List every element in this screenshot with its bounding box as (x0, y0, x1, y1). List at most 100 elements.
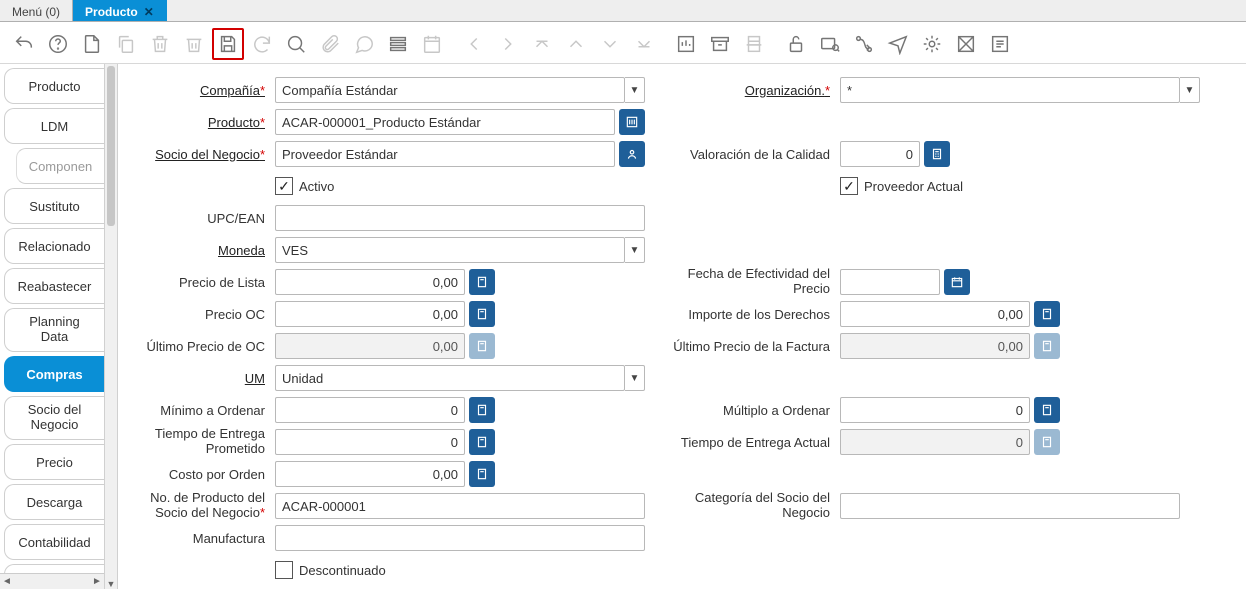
toggle-grid-button[interactable] (382, 28, 414, 60)
organizacion-select[interactable]: * (840, 77, 1180, 103)
process-button[interactable] (916, 28, 948, 60)
lock-button[interactable] (780, 28, 812, 60)
compania-select[interactable]: Compañía Estándar (275, 77, 625, 103)
ultimo-precio-oc-input (275, 333, 465, 359)
sidebar-tab-producto[interactable]: Producto (4, 68, 104, 104)
sidebar-tab-reabastecer[interactable]: Reabastecer (4, 268, 104, 304)
tab-producto[interactable]: Producto ✕ (73, 0, 167, 21)
undo-button[interactable] (8, 28, 40, 60)
label-socio-negocio[interactable]: Socio del Negocio* (130, 147, 275, 162)
sidebar-tab-ldm[interactable]: LDM (4, 108, 104, 144)
form-scrollbar[interactable]: ▲ ▼ (104, 64, 118, 589)
calc-button[interactable] (469, 301, 495, 327)
find-button[interactable] (280, 28, 312, 60)
valoracion-calidad-input[interactable] (840, 141, 920, 167)
close-icon[interactable]: ✕ (144, 5, 154, 19)
calc-button[interactable] (469, 397, 495, 423)
report-button[interactable] (670, 28, 702, 60)
scroll-left-icon[interactable]: ◄ (0, 576, 14, 587)
side-tab-scrollbar[interactable]: ◄ ► (0, 573, 104, 589)
chevron-down-icon[interactable]: ▼ (625, 237, 645, 263)
help-button[interactable] (42, 28, 74, 60)
archive-button[interactable] (704, 28, 736, 60)
calc-button[interactable] (469, 461, 495, 487)
label-precio-lista: Precio de Lista (130, 275, 275, 290)
socio-lookup-button[interactable] (619, 141, 645, 167)
tab-menu[interactable]: Menú (0) (0, 0, 73, 21)
precio-lista-input[interactable] (275, 269, 465, 295)
socio-negocio-input[interactable] (275, 141, 615, 167)
label-moneda[interactable]: Moneda (130, 243, 275, 258)
ultimo-precio-factura-input (840, 333, 1030, 359)
sidebar-tab-relacionado[interactable]: Relacionado (4, 228, 104, 264)
sidebar-tab-contab[interactable]: Contabilidad (4, 524, 104, 560)
scrollbar-thumb[interactable] (107, 66, 115, 226)
side-tab-bar: ProductoLDMComponenSustitutoRelacionadoR… (0, 64, 104, 589)
exit-button[interactable] (984, 28, 1016, 60)
label-minimo-ordenar: Mínimo a Ordenar (130, 403, 275, 418)
label-organizacion[interactable]: Organización.* (670, 83, 840, 98)
no-producto-socio-input[interactable] (275, 493, 645, 519)
zoom-across-button[interactable] (814, 28, 846, 60)
main-toolbar (0, 22, 1246, 64)
manufactura-input[interactable] (275, 525, 645, 551)
request-button[interactable] (882, 28, 914, 60)
label-compania[interactable]: Compañía* (130, 83, 275, 98)
delete-button (144, 28, 176, 60)
delete-selection-button (178, 28, 210, 60)
label-um[interactable]: UM (130, 371, 275, 386)
refresh-button (246, 28, 278, 60)
descontinuado-checkbox[interactable] (275, 561, 293, 579)
proveedor-actual-checkbox[interactable] (840, 177, 858, 195)
label-no-producto-socio: No. de Producto del Socio del Negocio* (130, 491, 275, 521)
label-ultimo-precio-factura: Último Precio de la Factura (670, 339, 840, 354)
importe-derechos-input[interactable] (840, 301, 1030, 327)
calc-button[interactable] (469, 429, 495, 455)
nav-next-button (594, 28, 626, 60)
fecha-efectividad-input[interactable] (840, 269, 940, 295)
categoria-socio-input[interactable] (840, 493, 1180, 519)
calc-button[interactable] (1034, 397, 1060, 423)
chat-button (348, 28, 380, 60)
calc-button[interactable] (469, 269, 495, 295)
producto-input[interactable] (275, 109, 615, 135)
calc-button-disabled (1034, 333, 1060, 359)
upc-ean-input[interactable] (275, 205, 645, 231)
descontinuado-label: Descontinuado (299, 563, 386, 578)
product-info-button[interactable] (950, 28, 982, 60)
label-multiplo-ordenar: Múltiplo a Ordenar (670, 403, 840, 418)
calc-button[interactable] (924, 141, 950, 167)
label-importe-derechos: Importe de los Derechos (670, 307, 840, 322)
sidebar-tab-sustituto[interactable]: Sustituto (4, 188, 104, 224)
minimo-ordenar-input[interactable] (275, 397, 465, 423)
sidebar-tab-socio[interactable]: Socio delNegocio (4, 396, 104, 440)
sidebar-tab-planning[interactable]: PlanningData (4, 308, 104, 352)
label-producto[interactable]: Producto* (130, 115, 275, 130)
sidebar-tab-precio[interactable]: Precio (4, 444, 104, 480)
producto-lookup-button[interactable] (619, 109, 645, 135)
tiempo-entrega-actual-input (840, 429, 1030, 455)
new-button[interactable] (76, 28, 108, 60)
scroll-right-icon[interactable]: ► (90, 576, 104, 587)
calc-button[interactable] (1034, 301, 1060, 327)
label-fecha-efectividad: Fecha de Efectividad del Precio (670, 267, 840, 297)
moneda-select[interactable]: VES (275, 237, 625, 263)
save-button[interactable] (212, 28, 244, 60)
um-select[interactable]: Unidad (275, 365, 625, 391)
label-precio-oc: Precio OC (130, 307, 275, 322)
multiplo-ordenar-input[interactable] (840, 397, 1030, 423)
workflow-button[interactable] (848, 28, 880, 60)
sidebar-tab-descarga[interactable]: Descarga (4, 484, 104, 520)
chevron-down-icon[interactable]: ▼ (1180, 77, 1200, 103)
label-tiempo-entrega-prom: Tiempo de Entrega Prometido (130, 427, 275, 457)
tiempo-entrega-prom-input[interactable] (275, 429, 465, 455)
scroll-down-icon[interactable]: ▼ (105, 579, 117, 589)
chevron-down-icon[interactable]: ▼ (625, 365, 645, 391)
activo-checkbox[interactable] (275, 177, 293, 195)
window-tab-bar: Menú (0) Producto ✕ (0, 0, 1246, 22)
calendar-button[interactable] (944, 269, 970, 295)
chevron-down-icon[interactable]: ▼ (625, 77, 645, 103)
costo-por-orden-input[interactable] (275, 461, 465, 487)
sidebar-tab-compras[interactable]: Compras (4, 356, 104, 392)
precio-oc-input[interactable] (275, 301, 465, 327)
